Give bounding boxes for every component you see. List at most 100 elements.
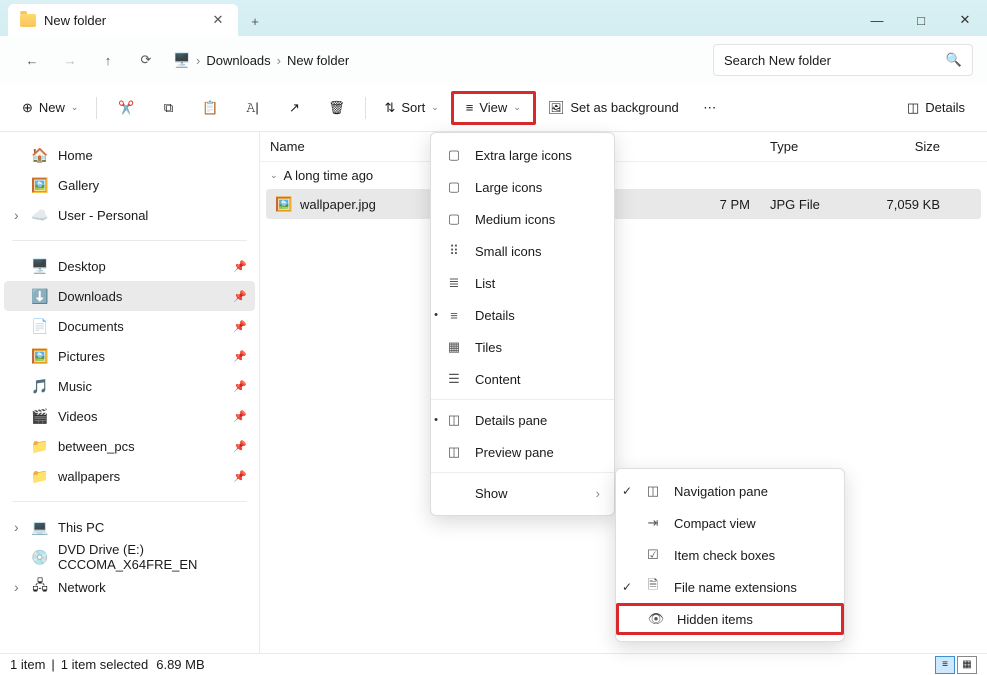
search-icon: 🔍 [946, 52, 962, 68]
sidebar-label: Desktop [58, 259, 106, 274]
new-tab-button[interactable]: + [238, 6, 272, 36]
delete-button[interactable]: 🗑 [317, 91, 355, 125]
view-menu-details-pane[interactable]: •◫Details pane [431, 404, 614, 436]
pin-icon: 📌 [233, 380, 247, 393]
rename-icon: 𝙰| [246, 100, 259, 116]
sidebar-item-pictures[interactable]: 🖼️Pictures📌 [4, 341, 255, 371]
close-button[interactable]: ✕ [943, 4, 987, 36]
paste-button[interactable]: 📋 [191, 91, 229, 125]
view-mode-toggles: ≡ ▦ [935, 656, 977, 674]
sidebar-item-gallery[interactable]: 🖼️Gallery [4, 170, 255, 200]
view-option-icon: ⠿ [445, 243, 463, 259]
view-menu-preview-pane[interactable]: ◫Preview pane [431, 436, 614, 468]
sidebar-icon: 🎬 [32, 408, 48, 424]
sidebar-icon: 🏠 [32, 147, 48, 163]
minimize-button[interactable]: — [855, 4, 899, 36]
refresh-button[interactable]: ⟳ [128, 44, 164, 76]
file-size: 7,059 KB [870, 197, 950, 212]
sidebar-item-network[interactable]: 🖧Network [4, 572, 255, 602]
sidebar-item-user-personal[interactable]: ☁️User - Personal [4, 200, 255, 230]
show-option-icon: 👁 [647, 611, 665, 627]
view-menu-small-icons[interactable]: ⠿Small icons [431, 235, 614, 267]
chevron-right-icon: › [196, 53, 200, 68]
new-button[interactable]: ⊕New⌄ [14, 91, 86, 125]
breadcrumb-item[interactable]: Downloads [206, 53, 270, 68]
search-input[interactable]: Search New folder 🔍 [713, 44, 973, 76]
image-file-icon: 🖼️ [276, 196, 292, 212]
chevron-right-icon: › [596, 486, 600, 501]
title-bar: New folder ✕ + — □ ✕ [0, 0, 987, 36]
show-option-icon: 🗎 [644, 576, 662, 598]
sidebar-label: Documents [58, 319, 124, 334]
show-menu-item-check-boxes[interactable]: ☑Item check boxes [616, 539, 844, 571]
plus-circle-icon: ⊕ [22, 100, 33, 116]
view-menu-details[interactable]: •≡Details [431, 299, 614, 331]
cut-button[interactable]: ✂️ [107, 91, 145, 125]
view-menu-extra-large-icons[interactable]: ▢Extra large icons [431, 139, 614, 171]
view-menu-large-icons[interactable]: ▢Large icons [431, 171, 614, 203]
column-headers[interactable]: Name Type Size [260, 132, 987, 162]
sidebar-label: Videos [58, 409, 98, 424]
window-tab[interactable]: New folder ✕ [8, 4, 238, 36]
view-option-icon: ≡ [445, 308, 463, 323]
breadcrumb-item[interactable]: New folder [287, 53, 349, 68]
details-view-button[interactable]: ≡ [935, 656, 955, 674]
file-name: wallpaper.jpg [300, 197, 376, 212]
view-button[interactable]: ≡View⌄ [451, 91, 536, 125]
maximize-button[interactable]: □ [899, 4, 943, 36]
forward-button[interactable]: → [52, 44, 88, 76]
sidebar-icon: 📁 [32, 468, 48, 484]
tab-close-button[interactable]: ✕ [210, 12, 226, 28]
file-row[interactable]: 🖼️wallpaper.jpg 7 PM JPG File 7,059 KB [266, 189, 981, 219]
copy-button[interactable]: ⧉ [149, 91, 187, 125]
group-header[interactable]: ⌄A long time ago [260, 162, 987, 189]
show-menu-hidden-items[interactable]: 👁Hidden items [616, 603, 844, 635]
status-selected: 1 item selected [61, 657, 148, 672]
tab-title: New folder [44, 13, 202, 28]
chevron-down-icon: ⌄ [431, 102, 439, 113]
sidebar-item-home[interactable]: 🏠Home [4, 140, 255, 170]
view-menu-content[interactable]: ☰Content [431, 363, 614, 395]
set-background-button[interactable]: 🖼Set as background [540, 91, 687, 125]
sidebar-item-documents[interactable]: 📄Documents📌 [4, 311, 255, 341]
sort-button[interactable]: ⇅Sort⌄ [376, 91, 446, 125]
thumbnails-view-button[interactable]: ▦ [957, 656, 977, 674]
show-menu-compact-view[interactable]: ⇥Compact view [616, 507, 844, 539]
sidebar-item-music[interactable]: 🎵Music📌 [4, 371, 255, 401]
breadcrumb[interactable]: 🖥️ › Downloads › New folder [166, 44, 711, 76]
show-menu-navigation-pane[interactable]: ✓◫Navigation pane [616, 475, 844, 507]
view-option-icon: ▢ [445, 147, 463, 163]
view-menu-tiles[interactable]: ▦Tiles [431, 331, 614, 363]
share-button[interactable]: ↗ [275, 91, 313, 125]
view-menu-show[interactable]: Show› [431, 477, 614, 509]
sidebar-item-between-pcs[interactable]: 📁between_pcs📌 [4, 431, 255, 461]
sidebar-icon: ⬇️ [32, 288, 48, 304]
view-menu-medium-icons[interactable]: ▢Medium icons [431, 203, 614, 235]
show-menu-file-name-extensions[interactable]: ✓🗎File name extensions [616, 571, 844, 603]
sidebar-item-desktop[interactable]: 🖥️Desktop📌 [4, 251, 255, 281]
sidebar-label: Pictures [58, 349, 105, 364]
rename-button[interactable]: 𝙰| [233, 91, 271, 125]
sidebar-item-videos[interactable]: 🎬Videos📌 [4, 401, 255, 431]
col-type[interactable]: Type [760, 139, 870, 154]
sidebar-item-wallpapers[interactable]: 📁wallpapers📌 [4, 461, 255, 491]
col-size[interactable]: Size [870, 139, 950, 154]
view-option-icon: ▢ [445, 179, 463, 195]
back-button[interactable]: ← [14, 44, 50, 76]
sidebar-label: This PC [58, 520, 104, 535]
up-button[interactable]: ↑ [90, 44, 126, 76]
more-button[interactable]: ⋯ [691, 91, 729, 125]
details-pane-button[interactable]: ◫Details [899, 91, 973, 125]
sidebar-icon: 📄 [32, 318, 48, 334]
view-menu-list[interactable]: ≣List [431, 267, 614, 299]
sidebar-label: Downloads [58, 289, 122, 304]
sidebar-item-this-pc[interactable]: 💻 This PC [4, 512, 255, 542]
chevron-down-icon: ⌄ [270, 170, 278, 181]
view-option-icon: ≣ [445, 275, 463, 291]
sidebar-icon: 💻 [32, 519, 48, 535]
sidebar-label: Music [58, 379, 92, 394]
toolbar: ⊕New⌄ ✂️ ⧉ 📋 𝙰| ↗ 🗑 ⇅Sort⌄ ≡View⌄ 🖼Set a… [0, 84, 987, 132]
sidebar-item-downloads[interactable]: ⬇️Downloads📌 [4, 281, 255, 311]
file-type: JPG File [760, 197, 870, 212]
sidebar-item-dvd-drive-e-cccoma-x64fre-en[interactable]: 💿DVD Drive (E:) CCCOMA_X64FRE_EN [4, 542, 255, 572]
